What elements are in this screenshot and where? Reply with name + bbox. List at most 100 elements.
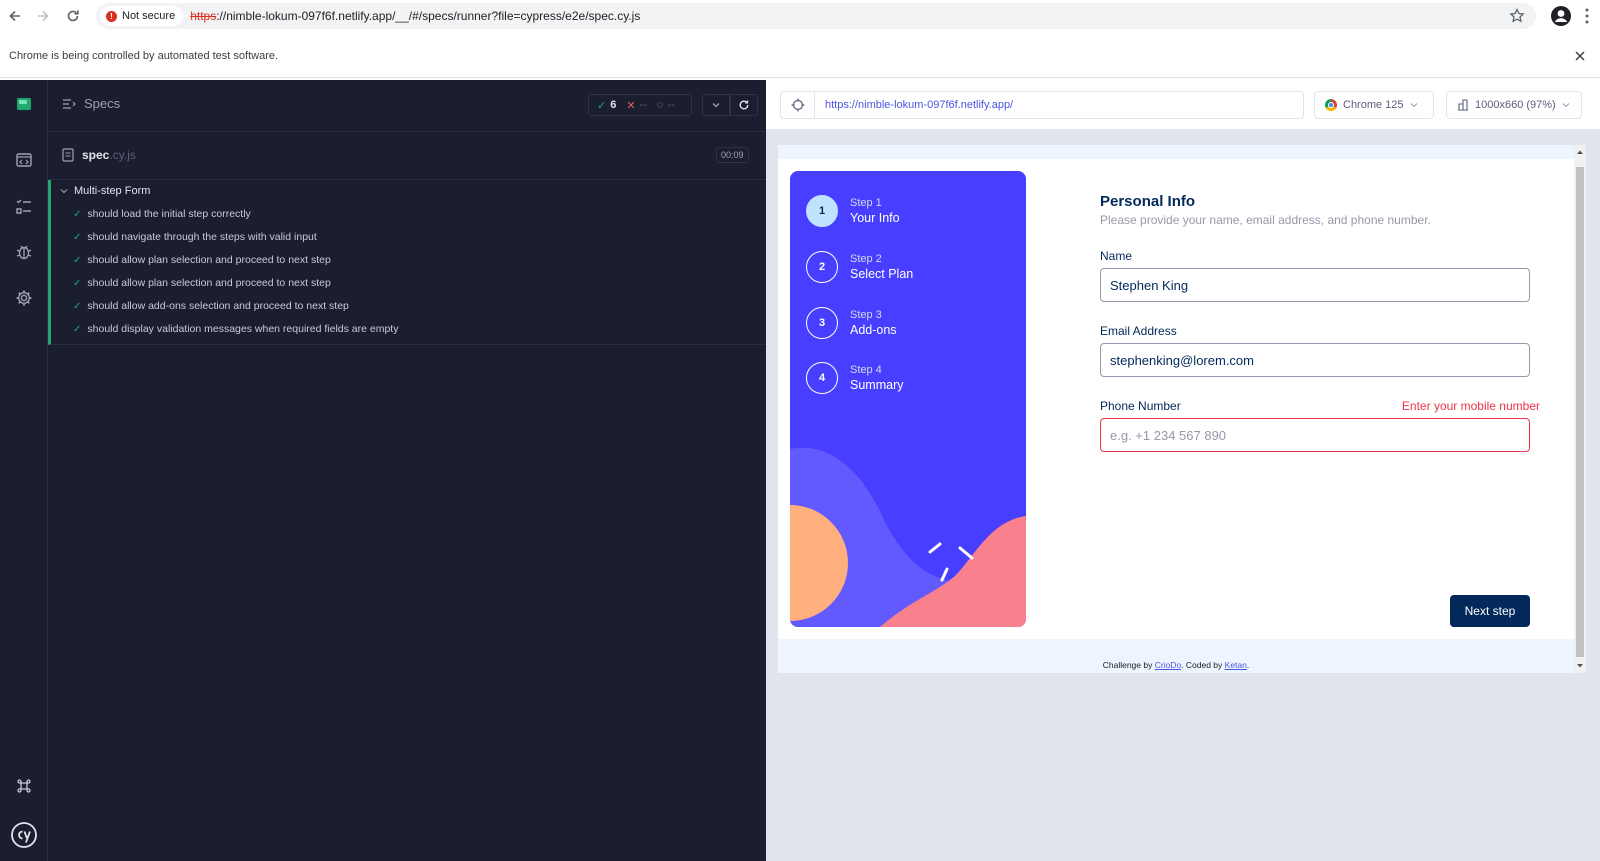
browser-toolbar: ! Not secure https://nimble-lokum-097f6f… <box>0 0 1600 32</box>
form-subtitle: Please provide your name, email address,… <box>1100 213 1431 227</box>
menu-kebab-icon[interactable] <box>1584 7 1590 25</box>
crosshair-icon <box>791 98 804 112</box>
chevron-down-icon <box>1562 103 1570 108</box>
chevron-down-icon <box>1410 103 1417 108</box>
phone-error-message: Enter your mobile number <box>1401 399 1540 413</box>
expand-collapse-button[interactable] <box>702 94 730 116</box>
reporter-panel: Specs ✓ 6 ✕ -- ◌ -- spec.cy.js 00:09 Mul… <box>48 80 766 861</box>
pass-check-icon: ✓ <box>73 277 82 289</box>
chevron-down-icon <box>712 103 720 108</box>
project-logo-icon[interactable] <box>12 92 36 116</box>
settings-gear-icon[interactable] <box>12 286 36 310</box>
test-row[interactable]: ✓ should allow add-ons selection and proc… <box>73 300 349 312</box>
specs-toggle[interactable]: Specs <box>62 96 120 111</box>
test-title: should allow plan selection and proceed … <box>87 254 331 266</box>
spec-name: spec <box>82 148 110 162</box>
url-scheme: https <box>190 9 217 23</box>
step-number: 1 <box>806 195 838 227</box>
viewport-selector[interactable]: 1000x660 (97%) <box>1446 91 1582 119</box>
failed-x-icon: ✕ <box>626 99 636 112</box>
browser-url: https://nimble-lokum-097f6f.netlify.app/… <box>190 9 640 23</box>
close-icon[interactable] <box>1572 48 1588 64</box>
rerun-button[interactable] <box>730 94 758 116</box>
cypress-logo-icon[interactable] <box>9 820 39 850</box>
phone-input[interactable]: e.g. +1 234 567 890 <box>1100 418 1530 452</box>
pass-check-icon: ✓ <box>73 323 82 335</box>
step-name: Add-ons <box>850 323 897 337</box>
test-row[interactable]: ✓ should navigate through the steps with … <box>73 231 317 243</box>
warning-icon: ! <box>106 10 117 22</box>
suite-title-row[interactable]: Multi-step Form <box>60 185 150 197</box>
keyboard-shortcuts-icon[interactable] <box>12 774 36 798</box>
steps-sidebar: 1 Step 1 Your Info 2 Step 2 Select Plan 3 … <box>790 171 1026 627</box>
step-name: Your Info <box>850 211 900 225</box>
selector-playground-button[interactable] <box>780 91 814 119</box>
failed-count: -- <box>639 99 647 111</box>
step-name: Summary <box>850 378 904 392</box>
step-item-3[interactable]: 3 Step 3 Add-ons <box>806 307 897 339</box>
profile-icon[interactable] <box>1550 5 1572 27</box>
scrollbar-thumb[interactable] <box>1576 167 1584 657</box>
spec-file-row[interactable]: spec.cy.js 00:09 <box>48 132 766 180</box>
email-input[interactable]: stephenking@lorem.com <box>1100 343 1530 377</box>
criodo-link[interactable]: CrioDo <box>1155 660 1181 670</box>
step-item-2[interactable]: 2 Step 2 Select Plan <box>806 251 913 283</box>
phone-label: Phone Number <box>1100 399 1181 413</box>
spec-extension: .cy.js <box>109 148 136 162</box>
passed-check-icon: ✓ <box>597 99 607 112</box>
specs-menu-icon <box>63 98 76 109</box>
debug-bug-icon[interactable] <box>12 240 36 264</box>
form-title: Personal Info <box>1100 193 1196 210</box>
bookmark-star-icon[interactable] <box>1508 7 1526 25</box>
chrome-logo-icon <box>1325 99 1337 111</box>
name-label: Name <box>1100 249 1133 263</box>
step-label: Step 3 <box>850 309 882 321</box>
test-row[interactable]: ✓ should allow plan selection and proceed… <box>73 277 331 289</box>
forward-icon[interactable] <box>29 2 57 30</box>
step-item-1[interactable]: 1 Step 1 Your Info <box>806 195 900 227</box>
security-label: Not secure <box>122 10 176 22</box>
aut-iframe: 1 Step 1 Your Info 2 Step 2 Select Plan 3 … <box>778 145 1586 673</box>
test-title: should display validation messages when … <box>87 323 399 335</box>
step-number: 2 <box>806 251 838 283</box>
passed-count: 6 <box>610 99 617 111</box>
test-row[interactable]: ✓ should allow plan selection and proceed… <box>73 254 331 266</box>
email-field-group: Email Address stephenking@lorem.com <box>1100 324 1540 377</box>
specs-list-icon[interactable] <box>12 148 36 172</box>
ketan-link[interactable]: Ketan <box>1225 660 1247 670</box>
pass-check-icon: ✓ <box>73 300 82 312</box>
back-icon[interactable] <box>1 2 29 30</box>
next-step-button[interactable]: Next step <box>1450 595 1530 627</box>
runs-icon[interactable] <box>12 194 36 218</box>
attribution-middle: . Coded by <box>1181 660 1225 670</box>
attribution-suffix: . <box>1246 660 1250 670</box>
browser-selector[interactable]: Chrome 125 <box>1314 91 1434 119</box>
pass-check-icon: ✓ <box>73 231 82 243</box>
iframe-scrollbar[interactable] <box>1574 145 1586 673</box>
pending-count: -- <box>667 99 675 111</box>
form-card: 1 Step 1 Your Info 2 Step 2 Select Plan 3 … <box>778 159 1574 639</box>
reload-icon[interactable] <box>59 2 87 30</box>
email-label: Email Address <box>1100 324 1177 338</box>
step-label: Step 2 <box>850 253 882 265</box>
address-bar[interactable]: ! Not secure https://nimble-lokum-097f6f… <box>96 3 1536 29</box>
suite-title: Multi-step Form <box>74 185 151 197</box>
step-label: Step 4 <box>850 364 882 376</box>
step-item-4[interactable]: 4 Step 4 Summary <box>806 362 903 394</box>
step-number: 4 <box>806 362 838 394</box>
name-input[interactable]: Stephen King <box>1100 268 1530 302</box>
app-under-test-panel: https://nimble-lokum-097f6f.netlify.app/… <box>766 80 1600 861</box>
aut-url[interactable]: https://nimble-lokum-097f6f.netlify.app/ <box>814 91 1304 119</box>
security-chip[interactable]: ! Not secure <box>100 6 184 26</box>
scroll-up-icon[interactable] <box>1574 147 1586 157</box>
test-row[interactable]: ✓ should load the initial step correctly <box>73 208 251 220</box>
sidebar-decoration <box>790 447 1026 627</box>
step-name: Select Plan <box>850 267 914 281</box>
personal-info-form: Personal Info Please provide your name, … <box>1100 193 1540 452</box>
test-row[interactable]: ✓ should display validation messages when… <box>73 323 398 335</box>
test-title: should navigate through the steps with v… <box>87 231 317 243</box>
aut-toolbar: https://nimble-lokum-097f6f.netlify.app/… <box>766 80 1600 130</box>
phone-field-group: Phone Number Enter your mobile number e.… <box>1100 399 1540 452</box>
spec-file-name: spec.cy.js <box>62 148 136 162</box>
scroll-down-icon[interactable] <box>1574 661 1586 671</box>
